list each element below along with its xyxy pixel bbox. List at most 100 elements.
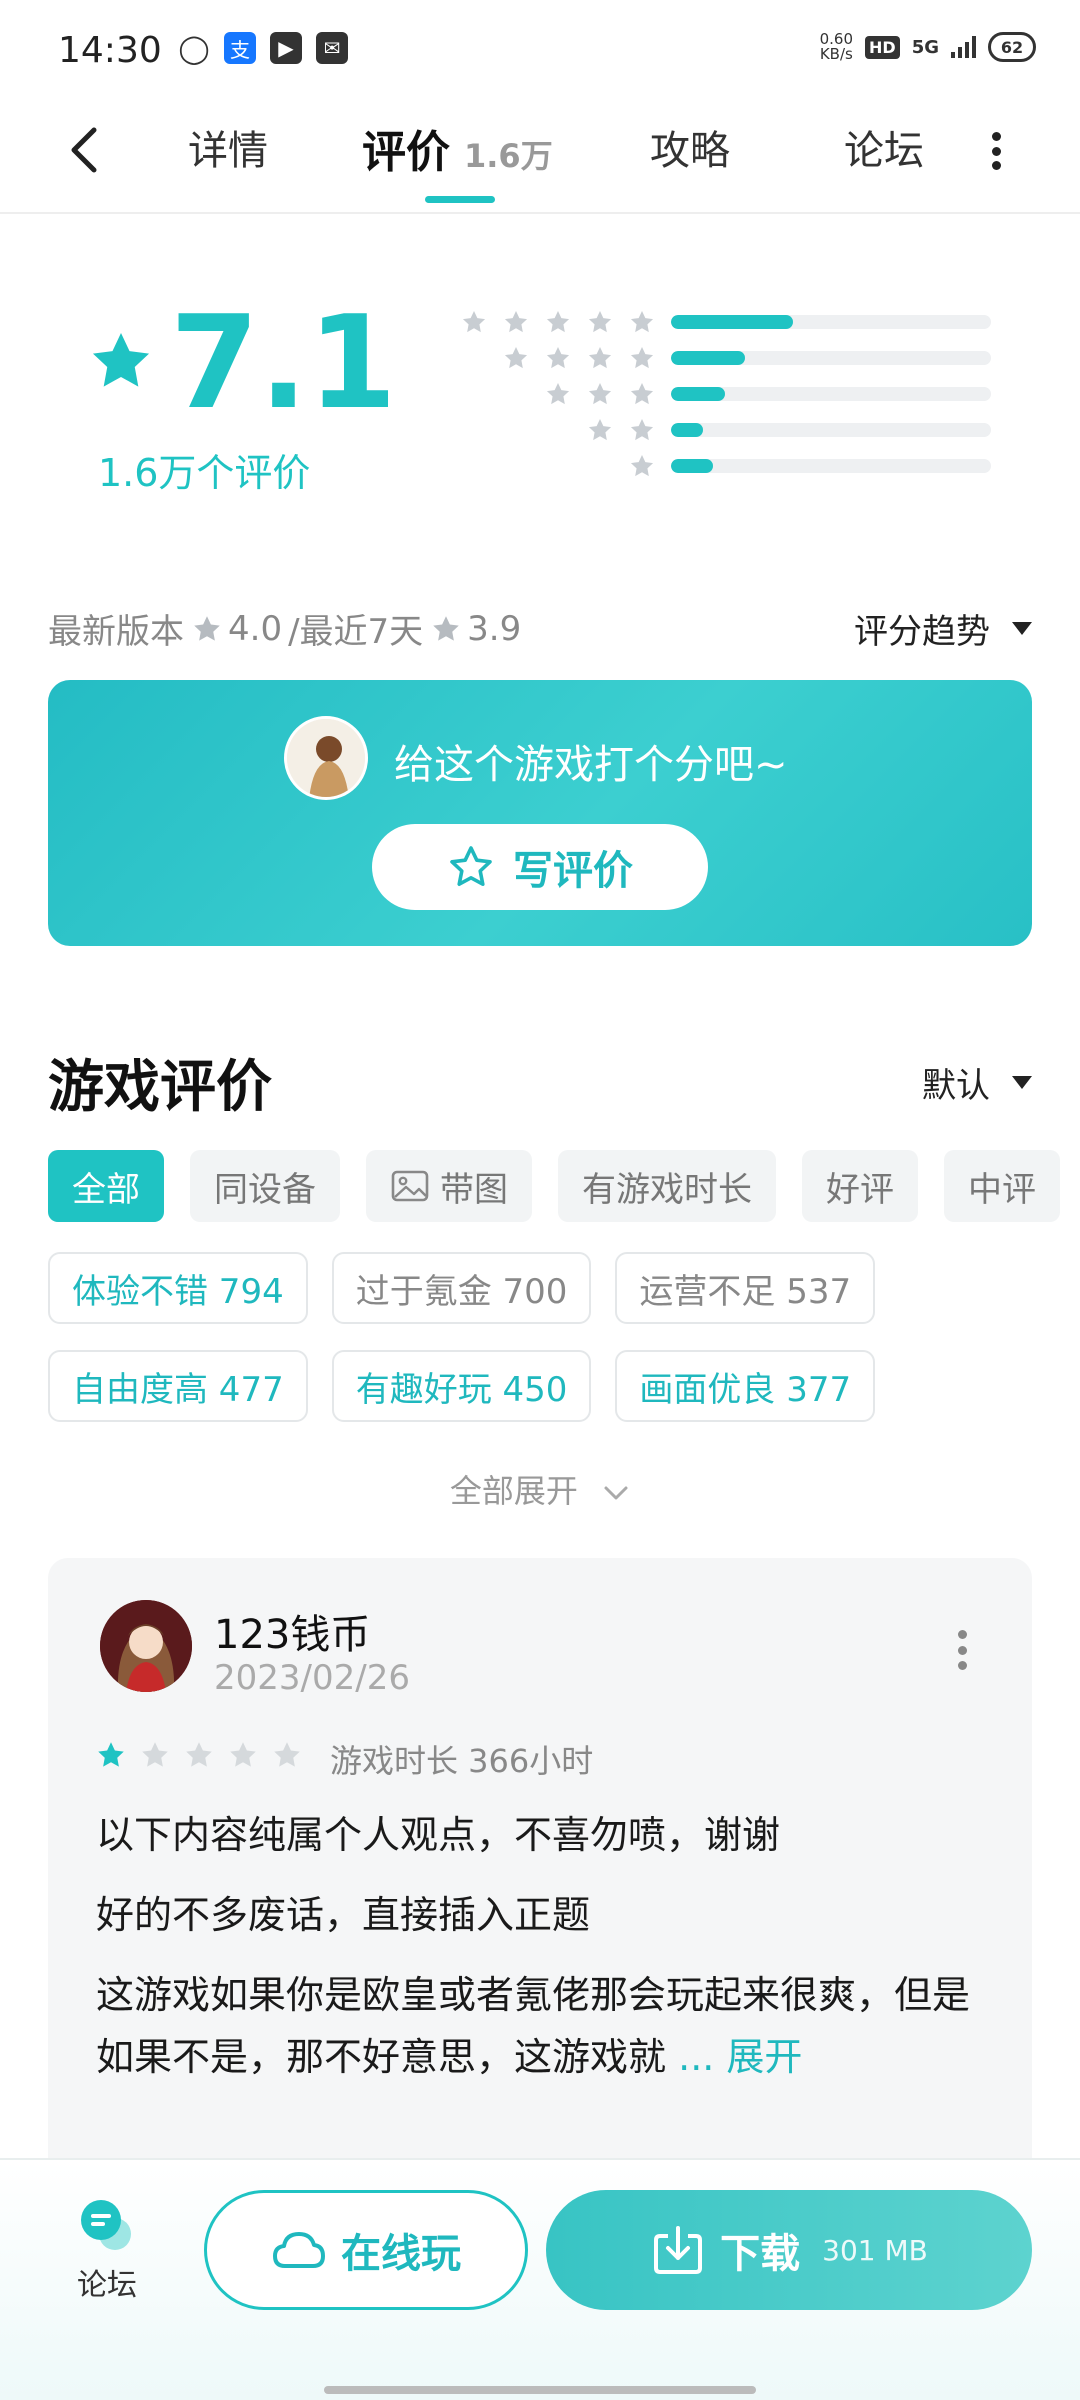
- home-indicator[interactable]: [324, 2386, 756, 2394]
- active-tab-indicator: [425, 196, 495, 203]
- filter-label: 好评: [826, 1169, 894, 1210]
- image-icon: [391, 1170, 429, 1202]
- mail-icon: ✉: [316, 32, 348, 64]
- download-size: 301 MB: [822, 2233, 928, 2267]
- review-paragraph-text: 这游戏如果你是欧皇或者氪佬那会玩起来很爽，但是如果不是，那不好意思，这游戏就: [96, 1973, 971, 2079]
- write-review-label: 写评价: [513, 848, 633, 894]
- distribution-track: [671, 423, 991, 437]
- distribution-stars: [629, 453, 655, 479]
- tab-reviews-label: 评价: [362, 127, 450, 178]
- rate-game-banner: 给这个游戏打个分吧~ 写评价: [48, 680, 1032, 946]
- network-type: 5G: [911, 36, 939, 58]
- status-bar: 14:30 ◯ 支 ▶ ✉ 0.60 KB/s HD 5G 62: [0, 0, 1080, 96]
- recent-label: /最近7天: [288, 612, 424, 652]
- distribution-stars: [503, 345, 655, 371]
- tab-details-label: 详情: [188, 128, 268, 174]
- review-more-button[interactable]: [958, 1630, 968, 1670]
- filter-label: 中评: [968, 1169, 1036, 1210]
- latest-version-label: 最新版本: [48, 612, 184, 652]
- star-icon: [546, 310, 570, 333]
- star-icon: [194, 615, 220, 641]
- rating-count: 1.6万个评价: [98, 451, 311, 495]
- sort-label: 默认: [922, 1066, 990, 1106]
- tag-high-freedom[interactable]: 自由度高 477: [48, 1350, 308, 1422]
- tab-forum[interactable]: 论坛: [844, 118, 924, 176]
- distribution-row-4-star: [455, 341, 995, 377]
- star-icon: [588, 418, 612, 441]
- more-options-button[interactable]: [984, 124, 1008, 178]
- star-outline-icon: [450, 846, 492, 886]
- chevron-left-icon: [71, 127, 97, 173]
- reviews-title: 游戏评价: [48, 1055, 272, 1120]
- filter-label: 带图: [440, 1169, 508, 1210]
- average-score: 7.1: [170, 289, 397, 438]
- star-icon: [433, 615, 459, 641]
- status-right: 0.60 KB/s HD 5G 62: [820, 32, 1036, 62]
- alipay-icon: 支: [224, 32, 256, 64]
- distribution-stars: [587, 417, 655, 443]
- filter-positive[interactable]: 好评: [802, 1150, 918, 1222]
- distribution-stars: [545, 381, 655, 407]
- filter-label: 同设备: [214, 1169, 316, 1210]
- review-paragraph: 这游戏如果你是欧皇或者氪佬那会玩起来很爽，但是如果不是，那不好意思，这游戏就 .…: [96, 1964, 996, 2088]
- expand-review-link[interactable]: ... 展开: [678, 2035, 802, 2079]
- distribution-fill: [671, 387, 726, 401]
- star-icon: [588, 310, 612, 333]
- top-tab-bar: 详情 评价 1.6万 攻略 论坛: [0, 96, 1080, 214]
- write-review-button[interactable]: 写评价: [372, 824, 708, 910]
- filter-with-playtime[interactable]: 有游戏时长: [558, 1150, 776, 1222]
- reviewer-username[interactable]: 123钱币: [214, 1602, 370, 1660]
- tab-reviews[interactable]: 评价 1.6万: [362, 116, 553, 180]
- expand-all-label: 全部展开: [449, 1472, 578, 1510]
- notification-icons: ◯ 支 ▶ ✉: [178, 32, 348, 65]
- distribution-track: [671, 351, 991, 365]
- score-trend-dropdown[interactable]: 评分趋势: [854, 604, 1032, 653]
- tag-good-experience[interactable]: 体验不错 794: [48, 1252, 308, 1324]
- cloud-icon: [273, 2232, 325, 2268]
- review-paragraph: 以下内容纯属个人观点，不喜勿喷，谢谢: [96, 1813, 781, 1857]
- distribution-row-1-star: [455, 449, 995, 485]
- tag-poor-operation[interactable]: 运营不足 537: [615, 1252, 876, 1324]
- distribution-fill: [671, 351, 745, 365]
- review-card[interactable]: 123钱币 2023/02/26 游戏时长 366小时 以下内容纯属个人观点，不…: [48, 1558, 1032, 2258]
- caret-down-icon: [1012, 1076, 1032, 1089]
- recent-score: 3.9: [467, 608, 522, 649]
- filter-same-device[interactable]: 同设备: [190, 1150, 340, 1222]
- distribution-row-5-star: [455, 305, 995, 341]
- distribution-track: [671, 315, 991, 329]
- star-icon: [588, 346, 612, 369]
- distribution-fill: [671, 459, 713, 473]
- filter-with-images[interactable]: 带图: [366, 1150, 532, 1222]
- play-online-label: 在线玩: [341, 2231, 461, 2277]
- tag-pay-to-win[interactable]: 过于氪金 700: [331, 1252, 592, 1324]
- tag-fun[interactable]: 有趣好玩 450: [331, 1350, 592, 1422]
- review-star-rating: [96, 1740, 302, 1770]
- back-button[interactable]: [60, 120, 110, 180]
- forum-icon: [77, 2194, 137, 2254]
- distribution-track: [671, 387, 991, 401]
- rating-distribution: [455, 305, 995, 485]
- avatar-illustration-icon: [100, 1600, 192, 1692]
- forum-label: 论坛: [77, 2268, 137, 2303]
- distribution-fill: [671, 315, 793, 329]
- reviewer-avatar[interactable]: [100, 1600, 192, 1692]
- bottom-action-bar: 论坛 在线玩 下载 301 MB: [0, 2158, 1080, 2400]
- star-icon: [546, 346, 570, 369]
- star-icon: [630, 382, 654, 405]
- star-icon: [630, 418, 654, 441]
- network-speed-unit: KB/s: [819, 45, 853, 63]
- tab-guides[interactable]: 攻略: [650, 118, 730, 176]
- expand-all-tags-button[interactable]: 全部展开: [0, 1466, 1080, 1512]
- star-icon: [98, 1742, 124, 1767]
- tab-details[interactable]: 详情: [188, 118, 268, 176]
- star-icon: [274, 1742, 300, 1767]
- forum-button[interactable]: 论坛: [62, 2194, 152, 2304]
- distribution-stars: [461, 309, 655, 335]
- filter-neutral[interactable]: 中评: [944, 1150, 1060, 1222]
- tag-good-graphics[interactable]: 画面优良 377: [615, 1350, 876, 1422]
- sort-dropdown[interactable]: 默认: [922, 1058, 1032, 1107]
- play-online-button[interactable]: 在线玩: [204, 2190, 528, 2310]
- caret-down-icon: [1012, 622, 1032, 635]
- download-button[interactable]: 下载 301 MB: [546, 2190, 1032, 2310]
- filter-all[interactable]: 全部: [48, 1150, 164, 1222]
